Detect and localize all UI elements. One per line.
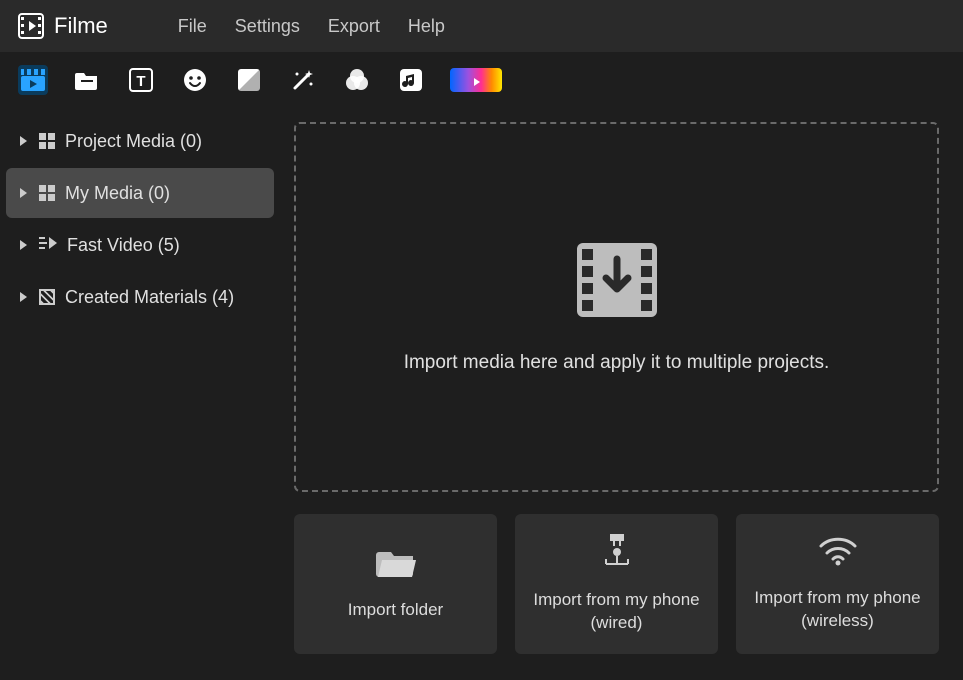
wifi-icon — [818, 536, 858, 571]
transition-icon — [237, 68, 261, 92]
sidebar-item-label: Project Media (0) — [65, 131, 202, 152]
expand-icon — [20, 188, 27, 198]
audio-tab-button[interactable] — [396, 65, 426, 95]
media-tab-button[interactable] — [18, 65, 48, 95]
text-icon: T — [129, 68, 153, 92]
sidebar-item-label: Fast Video (5) — [67, 235, 180, 256]
import-folder-button[interactable]: Import folder — [294, 514, 497, 654]
sidebar-item-label: Created Materials (4) — [65, 287, 234, 308]
music-icon — [399, 68, 423, 92]
clapper-icon — [21, 69, 45, 91]
import-phone-wireless-button[interactable]: Import from my phone (wireless) — [736, 514, 939, 654]
text-tab-button[interactable]: T — [126, 65, 156, 95]
dropzone-hint: Import media here and apply it to multip… — [404, 352, 830, 374]
smiley-icon — [183, 68, 207, 92]
sidebar: Project Media (0) My Media (0) Fast Vide… — [0, 108, 280, 680]
film-download-icon — [575, 241, 659, 324]
menu-settings[interactable]: Settings — [235, 16, 300, 37]
expand-icon — [20, 292, 27, 302]
sidebar-item-my-media[interactable]: My Media (0) — [6, 168, 274, 218]
phone-wired-icon — [600, 534, 634, 573]
app-name: Filme — [54, 13, 108, 39]
import-phone-wired-label: Import from my phone (wired) — [523, 589, 710, 635]
main-menu: File Settings Export Help — [178, 16, 445, 37]
menu-export[interactable]: Export — [328, 16, 380, 37]
fast-video-icon — [39, 235, 57, 256]
materials-icon — [39, 289, 55, 305]
color-tab-button[interactable] — [450, 68, 502, 92]
menu-help[interactable]: Help — [408, 16, 445, 37]
import-phone-wireless-label: Import from my phone (wireless) — [744, 587, 931, 633]
titlebar: Filme File Settings Export Help — [0, 0, 963, 52]
app-logo: Filme — [18, 13, 108, 39]
import-buttons-row: Import folder Import from my phon — [294, 514, 939, 654]
sidebar-item-project-media[interactable]: Project Media (0) — [6, 116, 274, 166]
grid-icon — [39, 185, 55, 201]
import-dropzone[interactable]: Import media here and apply it to multip… — [294, 122, 939, 492]
folder-open-icon — [376, 546, 416, 583]
svg-text:T: T — [136, 73, 145, 90]
content-area: Import media here and apply it to multip… — [280, 108, 963, 680]
sidebar-item-label: My Media (0) — [65, 183, 170, 204]
filters-tab-button[interactable] — [342, 65, 372, 95]
import-folder-label: Import folder — [348, 599, 443, 622]
import-phone-wired-button[interactable]: Import from my phone (wired) — [515, 514, 718, 654]
folder-icon — [75, 70, 99, 90]
transition-tab-button[interactable] — [234, 65, 264, 95]
sidebar-item-created-materials[interactable]: Created Materials (4) — [6, 272, 274, 322]
sticker-tab-button[interactable] — [180, 65, 210, 95]
menu-file[interactable]: File — [178, 16, 207, 37]
filme-logo-icon — [18, 13, 44, 39]
venn-icon — [344, 68, 370, 92]
effects-tab-button[interactable] — [288, 65, 318, 95]
grid-icon — [39, 133, 55, 149]
toolbar: T — [0, 52, 963, 108]
magic-wand-icon — [291, 68, 315, 92]
expand-icon — [20, 136, 27, 146]
sidebar-item-fast-video[interactable]: Fast Video (5) — [6, 220, 274, 270]
expand-icon — [20, 240, 27, 250]
main-area: Project Media (0) My Media (0) Fast Vide… — [0, 108, 963, 680]
folder-tab-button[interactable] — [72, 65, 102, 95]
